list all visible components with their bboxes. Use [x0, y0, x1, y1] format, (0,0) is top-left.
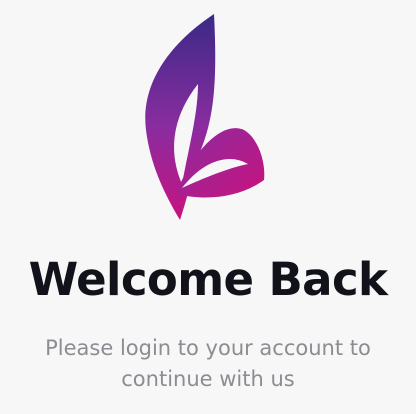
login-welcome-screen: Welcome Back Please login to your accoun… — [0, 0, 416, 414]
subtitle-line-2: continue with us — [121, 367, 295, 391]
page-subtitle: Please login to your account to continue… — [0, 333, 416, 395]
brand-logo-icon — [132, 12, 272, 224]
page-title: Welcome Back — [28, 253, 388, 306]
subtitle-line-1: Please login to your account to — [45, 336, 371, 360]
